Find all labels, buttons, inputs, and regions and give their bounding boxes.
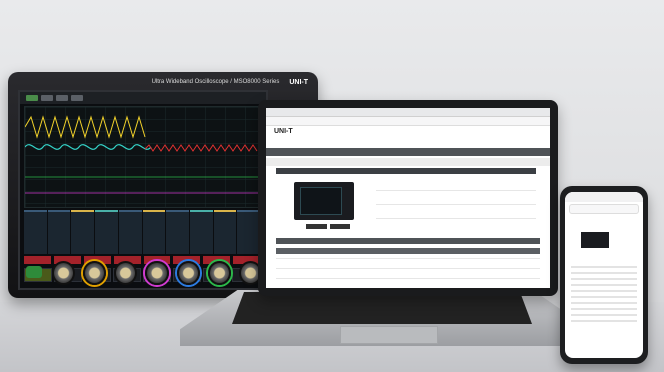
section-header [276, 238, 540, 244]
phone-product-image [581, 232, 609, 248]
measurement-cell [213, 210, 237, 254]
site-logo: UNI-T [274, 128, 293, 135]
bnc-connector[interactable] [114, 261, 138, 285]
measurement-cell [166, 210, 189, 254]
laptop-lid: UNI-T [258, 100, 558, 296]
phone-spec-row [571, 290, 637, 292]
phone-spec-row [571, 284, 637, 286]
measurement-cell [95, 210, 118, 254]
grid [25, 107, 261, 207]
product-button[interactable] [306, 224, 327, 229]
phone-spec-row [571, 296, 637, 298]
measurement-table [24, 210, 260, 254]
bnc-connector[interactable] [176, 261, 200, 285]
scope-brand-logo: UNI-T [289, 78, 308, 86]
measurement-cell [118, 210, 142, 254]
measurement-cell [71, 210, 95, 254]
spec-row [276, 278, 540, 279]
waveform-display [24, 106, 262, 208]
measurement-cell [24, 210, 47, 254]
toolbar-button[interactable] [41, 95, 53, 101]
measurement-cell [189, 210, 213, 254]
toolbar-button[interactable] [56, 95, 68, 101]
phone-screen [565, 192, 643, 358]
spec-row [276, 258, 540, 259]
power-button[interactable] [26, 266, 42, 278]
bnc-connector[interactable] [207, 261, 231, 285]
site-nav-bar [266, 148, 550, 156]
phone-spec-list [571, 262, 637, 326]
laptop-keyboard [232, 292, 532, 324]
scope-header-text: Ultra Wideband Oscilloscope / MSO8000 Se… [151, 79, 280, 85]
bnc-connector[interactable] [52, 261, 76, 285]
smartphone [560, 186, 648, 364]
bnc-connector[interactable] [145, 261, 169, 285]
bnc-connector[interactable] [83, 261, 107, 285]
spec-row [376, 204, 536, 205]
measurement-cell [47, 210, 71, 254]
scope-header: Ultra Wideband Oscilloscope / MSO8000 Se… [18, 76, 308, 88]
phone-spec-row [571, 266, 637, 268]
spec-row [376, 218, 536, 219]
measurement-cell [142, 210, 166, 254]
spec-row [376, 190, 536, 191]
product-button[interactable] [329, 224, 350, 229]
waveform-svg [24, 107, 261, 207]
laptop-trackpad [340, 326, 438, 344]
highlight-cell [24, 256, 51, 264]
measurement-cell [237, 210, 260, 254]
scope-toolbar [20, 92, 266, 104]
spec-row [276, 268, 540, 269]
product-scene: Ultra Wideband Oscilloscope / MSO8000 Se… [0, 0, 664, 372]
site-tabs [276, 168, 536, 174]
phone-spec-row [571, 278, 637, 280]
phone-spec-row [571, 302, 637, 304]
section-header [276, 248, 540, 254]
phone-address-bar[interactable] [569, 204, 639, 214]
site-sub-bar [266, 158, 550, 166]
run-button[interactable] [26, 95, 38, 101]
browser-address-bar[interactable] [266, 117, 550, 126]
phone-spec-row [571, 314, 637, 316]
laptop-screen: UNI-T [266, 108, 550, 288]
phone-status-bar [565, 192, 643, 202]
phone-spec-row [571, 320, 637, 322]
phone-spec-row [571, 272, 637, 274]
product-image [294, 182, 354, 220]
bnc-inputs [52, 260, 262, 286]
browser-tabbar [266, 108, 550, 117]
product-buttons [306, 224, 350, 229]
phone-spec-row [571, 308, 637, 310]
toolbar-button[interactable] [71, 95, 83, 101]
